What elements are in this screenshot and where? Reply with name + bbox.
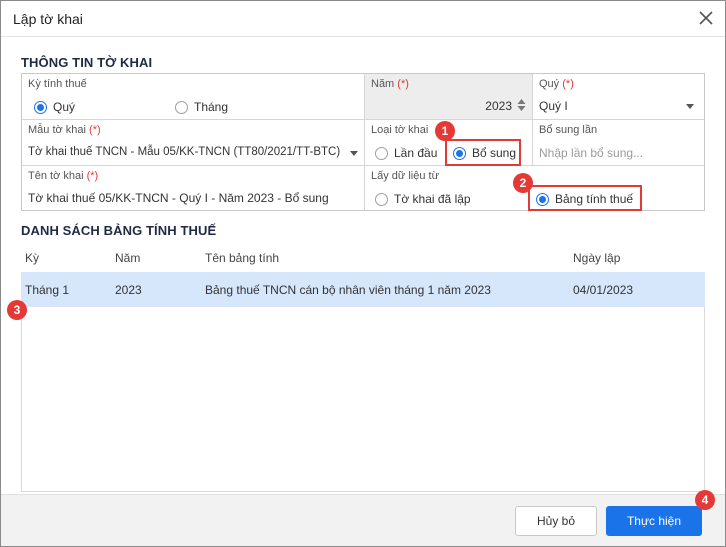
section-title-list: DANH SÁCH BẢNG TÍNH THUẾ [21,223,217,238]
step-badge-2: 2 [513,173,533,193]
cell-ngay-lap: 04/01/2023 [573,283,634,297]
mau-to-khai-value: Tờ khai thuế TNCN - Mẫu 05/KK-TNCN (TT80… [28,146,341,158]
step-badge-3: 3 [7,300,27,320]
radio-thang-circle [175,100,188,114]
radio-to-khai-da-lap-label: Tờ khai đã lập [394,192,471,206]
highlight-bo-sung [445,139,521,166]
highlight-bang-tinh-thue [528,185,642,211]
ten-to-khai-cell[interactable]: Tên tờ khai (*) Tờ khai thuế 05/KK-TNCN … [22,166,365,210]
ky-tinh-thue-cell: Kỳ tính thuế Quý Tháng [22,74,365,120]
radio-to-khai-da-lap-circle [375,192,388,206]
loai-to-khai-label: Loại tờ khai [371,124,429,136]
quy-cell[interactable]: Quý (*) Quý I [533,74,704,120]
dialog-titlebar: Lập tờ khai [1,1,725,37]
radio-to-khai-da-lap[interactable]: Tờ khai đã lập [375,192,471,206]
bo-sung-lan-cell[interactable]: Bổ sung lần Nhập lần bổ sung... [533,120,704,166]
execute-button[interactable]: Thực hiện [606,506,702,536]
mau-to-khai-cell[interactable]: Mẫu tờ khai (*) Tờ khai thuế TNCN - Mẫu … [22,120,365,166]
col-ngay-lap: Ngày lập [573,251,621,265]
dialog-footer: Hủy bỏ Thực hiện [1,494,725,546]
radio-quy-circle [34,100,47,114]
nam-cell[interactable]: Năm (*) 2023 [365,74,533,120]
cell-ten-bang-tinh: Bảng thuế TNCN cán bộ nhân viên tháng 1 … [205,283,491,297]
col-nam: Năm [115,251,141,265]
bo-sung-lan-input[interactable]: Nhập lần bổ sung... [539,146,643,160]
radio-lan-dau[interactable]: Lần đầu [375,146,437,160]
radio-thang-label: Tháng [194,100,229,114]
nam-label: Năm (*) [371,78,409,90]
radio-lan-dau-circle [375,146,388,160]
ky-tinh-thue-label: Kỳ tính thuế [28,78,87,90]
ten-to-khai-value: Tờ khai thuế 05/KK-TNCN - Quý I - Năm 20… [28,191,329,205]
radio-quy[interactable]: Quý [34,100,75,114]
close-icon[interactable] [697,9,715,27]
quy-label: Quý (*) [539,78,574,90]
section-title-info: THÔNG TIN TỜ KHAI [21,55,153,70]
dialog-title: Lập tờ khai [13,11,83,27]
mau-to-khai-chevron-down-icon [350,151,358,156]
quy-value: Quý I [539,99,568,113]
radio-thang[interactable]: Tháng [175,100,228,114]
quy-chevron-down-icon [686,104,694,109]
table-body [21,307,705,492]
spinner-arrows-icon[interactable] [517,98,526,112]
table-header: Kỳ Năm Tên bảng tính Ngày lập [21,245,705,271]
radio-lan-dau-label: Lần đầu [394,146,438,160]
mau-to-khai-label: Mẫu tờ khai (*) [28,124,101,136]
step-badge-4: 4 [695,490,715,510]
cancel-button[interactable]: Hủy bỏ [515,506,597,536]
cell-ky: Tháng 1 [25,283,70,297]
cell-nam: 2023 [115,283,142,297]
table-row[interactable]: Tháng 1 2023 Bảng thuế TNCN cán bộ nhân … [21,272,705,307]
radio-quy-label: Quý [53,100,76,114]
step-badge-1: 1 [435,121,455,141]
ten-to-khai-label: Tên tờ khai (*) [28,170,99,182]
bo-sung-lan-label: Bổ sung lần [539,124,598,136]
col-ten-bang-tinh: Tên bảng tính [205,251,280,265]
col-ky: Kỳ [25,251,40,265]
lap-to-khai-dialog: Lập tờ khai THÔNG TIN TỜ KHAI Kỳ tính th… [0,0,726,547]
lay-du-lieu-tu-label: Lấy dữ liệu từ [371,170,439,182]
nam-value: 2023 [485,99,512,113]
